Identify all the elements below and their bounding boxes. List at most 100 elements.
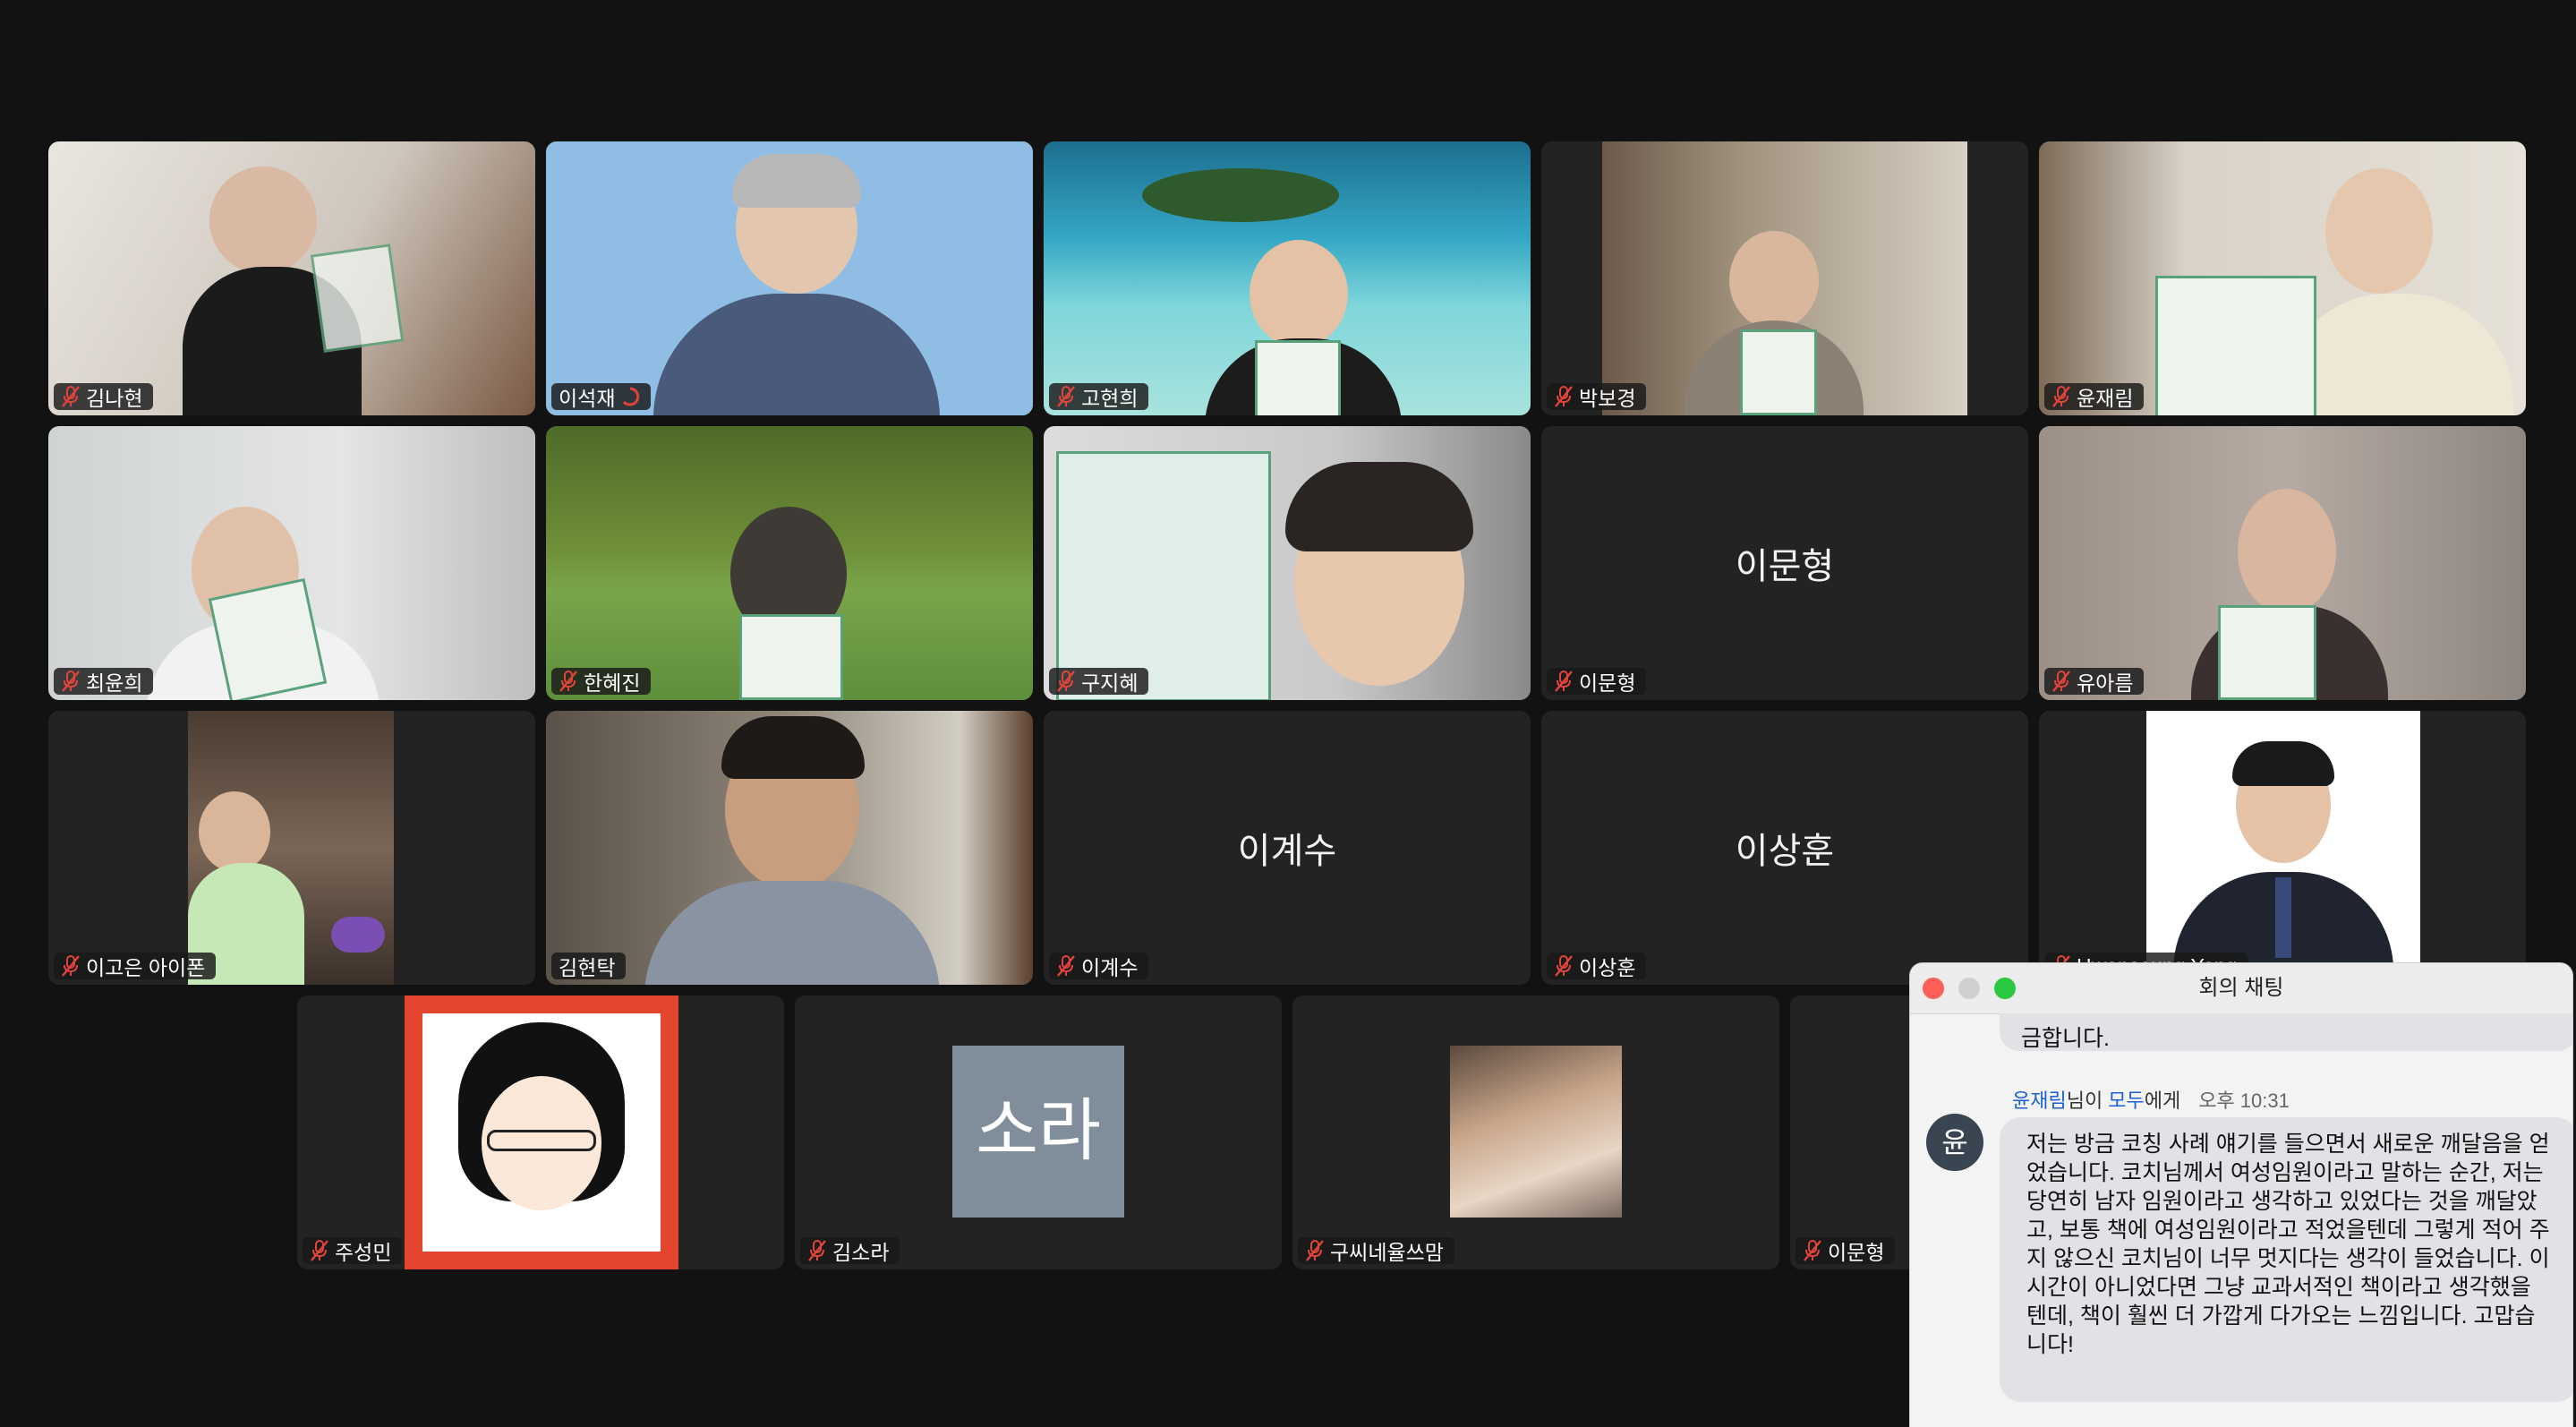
book-prop xyxy=(2218,605,2316,700)
video-tile-leegoeun-iphone[interactable]: 이고은 아이폰 xyxy=(48,711,535,985)
muted-mic-icon xyxy=(61,954,81,978)
participant-display-name: 이계수 xyxy=(1237,832,1337,871)
sora-avatar-icon: 소라 xyxy=(952,1046,1124,1218)
participant-silhouette xyxy=(199,791,270,872)
name-tag: 구지혜 xyxy=(1049,668,1149,695)
name-tag: 이고은 아이폰 xyxy=(54,953,217,979)
participant-hair xyxy=(732,154,861,208)
name-tag: 한혜진 xyxy=(551,668,652,695)
name-tag: 윤재림 xyxy=(2044,383,2145,410)
maximize-window-button[interactable] xyxy=(1994,978,2016,999)
participant-silhouette xyxy=(1250,240,1348,347)
chat-title: 회의 채팅 xyxy=(2198,976,2284,1000)
cartoon-glasses xyxy=(487,1130,596,1151)
name-tag: 구씨네율쓰맘 xyxy=(1298,1237,1454,1264)
name-tag: 고현희 xyxy=(1049,383,1149,410)
video-tile-hanhyejin[interactable]: 한혜진 xyxy=(546,426,1033,700)
name-tag: 김소라 xyxy=(800,1237,900,1264)
name-tag: 김나현 xyxy=(54,383,154,410)
video-tile-leesanghoon[interactable]: 이상훈 이상훈 xyxy=(1541,711,2028,985)
muted-mic-icon xyxy=(559,670,578,693)
name-tag: 이문형 xyxy=(1547,668,1647,695)
participant-hair xyxy=(2232,741,2334,786)
video-tile-gussinaeyulsseumam[interactable]: 구씨네율쓰맘 xyxy=(1292,995,1779,1269)
video-tile-kimnahyun[interactable]: 김나현 xyxy=(48,141,535,415)
name-tag: 박보경 xyxy=(1547,383,1647,410)
minimize-window-button[interactable] xyxy=(1958,978,1980,999)
participant-silhouette xyxy=(2325,168,2433,294)
close-window-button[interactable] xyxy=(1923,978,1944,999)
participant-name: 이상훈 xyxy=(1579,956,1636,979)
name-tag: 최윤희 xyxy=(54,668,154,695)
participant-name: 김현탁 xyxy=(559,956,616,979)
participant-name: 김소라 xyxy=(832,1241,890,1264)
muted-mic-icon xyxy=(1056,385,1076,408)
chat-message-text: 저는 방금 코칭 사례 얘기를 들으면서 새로운 깨달음을 얻었습니다. 코치님… xyxy=(2026,1132,2550,1357)
muted-mic-icon xyxy=(1056,954,1076,978)
video-tile-yoonjaerim[interactable]: 윤재림 xyxy=(2039,141,2526,415)
sender-link[interactable]: 윤재림 xyxy=(2012,1089,2067,1112)
video-tile-yooareum[interactable]: 유아름 xyxy=(2039,426,2526,700)
previous-message-text: 금합니다. xyxy=(2021,1026,2110,1051)
video-tile-gohyunhee[interactable]: 고현희 xyxy=(1044,141,1531,415)
video-tile-jooseongmin[interactable]: 주성민 xyxy=(297,995,784,1269)
chat-message-bubble[interactable]: 저는 방금 코칭 사례 얘기를 들으면서 새로운 깨달음을 얻었습니다. 코치님… xyxy=(2000,1117,2572,1402)
participant-silhouette xyxy=(209,167,317,274)
name-tag: 주성민 xyxy=(303,1237,403,1264)
video-tile-leemunhyung[interactable]: 이문형 이문형 xyxy=(1541,426,2028,700)
participant-name: 박보경 xyxy=(1579,387,1636,410)
participant-name: 이계수 xyxy=(1081,956,1139,979)
book-prop xyxy=(2155,276,2316,415)
video-tile-kimsora[interactable]: 소라 김소라 xyxy=(795,995,1282,1269)
muted-mic-icon xyxy=(2051,385,2071,408)
message-timestamp: 오후 10:31 xyxy=(2198,1089,2290,1112)
recipient-suffix: 에게 xyxy=(2144,1089,2181,1112)
participant-name: 한혜진 xyxy=(584,671,641,695)
muted-mic-icon xyxy=(2051,670,2071,693)
muted-mic-icon xyxy=(1554,670,1574,693)
video-tile-choiyunhee[interactable]: 최윤희 xyxy=(48,426,535,700)
participant-hair xyxy=(721,716,865,779)
video-tile-leegyesu[interactable]: 이계수 이계수 xyxy=(1044,711,1531,985)
sender-avatar: 윤 xyxy=(1926,1114,1983,1171)
muted-mic-icon xyxy=(807,1239,827,1262)
muted-mic-icon xyxy=(1056,670,1076,693)
video-tile-leeseokjae[interactable]: 이석재 xyxy=(546,141,1033,415)
participant-hair xyxy=(1285,462,1473,551)
participant-display-name: 이상훈 xyxy=(1735,832,1835,871)
participant-name: 이석재 xyxy=(559,387,616,410)
muted-mic-icon xyxy=(1554,385,1574,408)
chat-titlebar[interactable]: 회의 채팅 xyxy=(1910,963,2572,1014)
muted-mic-icon xyxy=(310,1239,329,1262)
book-prop xyxy=(1740,329,1817,415)
name-tag: 김현탁 xyxy=(551,953,627,979)
sender-suffix: 님이 xyxy=(2066,1089,2103,1112)
video-tile-parkbokyung[interactable]: 박보경 xyxy=(1541,141,2028,415)
recipient-link[interactable]: 모두 xyxy=(2108,1089,2144,1112)
participant-silhouette xyxy=(1729,231,1819,329)
video-tile-hwanseungyang[interactable]: Hwanseung Yang xyxy=(2039,711,2526,985)
participant-name: 최윤희 xyxy=(86,671,143,695)
muted-mic-icon xyxy=(1803,1239,1822,1262)
purple-object xyxy=(331,917,385,953)
book-prop xyxy=(1255,340,1341,415)
muted-mic-icon xyxy=(61,385,81,408)
participant-name: 주성민 xyxy=(335,1241,392,1264)
meeting-chat-window[interactable]: 회의 채팅 금합니다. 윤재림님이 모두에게 오후 10:31 윤 저는 방금 … xyxy=(1910,963,2572,1427)
participant-name: 유아름 xyxy=(2077,671,2134,695)
participant-name: 윤재림 xyxy=(2077,387,2134,410)
name-tag: 이계수 xyxy=(1049,953,1149,979)
participant-name: 구씨네율쓰맘 xyxy=(1330,1241,1444,1264)
speaking-indicator-icon xyxy=(623,387,640,406)
name-tag: 이석재 xyxy=(551,383,652,410)
participant-silhouette xyxy=(2238,489,2336,614)
muted-mic-icon xyxy=(1305,1239,1325,1262)
participant-name: 고현희 xyxy=(1081,387,1139,410)
previous-message-bubble: 금합니다. xyxy=(2000,1013,2572,1051)
participant-name: 이고은 아이폰 xyxy=(86,956,206,979)
video-tile-gujihye[interactable]: 구지혜 xyxy=(1044,426,1531,700)
participant-name: 구지혜 xyxy=(1081,671,1139,695)
book-prop xyxy=(310,244,405,353)
name-tag: 유아름 xyxy=(2044,668,2145,695)
video-tile-kimhyuntak[interactable]: 김현탁 xyxy=(546,711,1033,985)
